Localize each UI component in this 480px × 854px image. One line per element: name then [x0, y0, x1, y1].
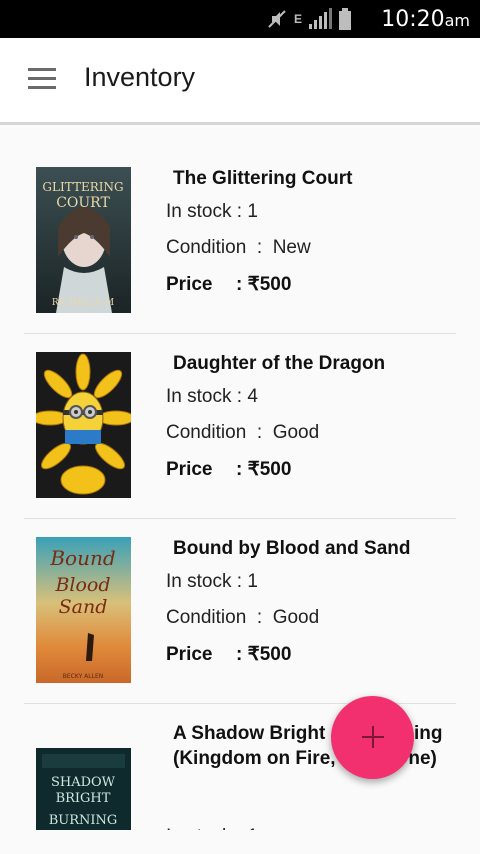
battery-icon — [339, 8, 351, 30]
price-colon: : — [236, 644, 243, 665]
add-item-button[interactable] — [331, 696, 414, 779]
stock-value: 1 — [247, 571, 258, 592]
stock-label: In stock : — [166, 201, 243, 222]
condition-row: Condition : New — [166, 237, 311, 259]
status-time-value: 10:20 — [381, 7, 445, 32]
book-title: The Glittering Court — [173, 168, 353, 189]
condition-row: Condition : Good — [166, 607, 319, 629]
price-colon: : — [236, 274, 243, 295]
stock-row: In stock : 4 — [166, 386, 258, 408]
price-colon: : — [236, 459, 243, 480]
price-value: ₹500 — [247, 459, 292, 480]
stock-value: 1 — [247, 201, 258, 222]
price-label: Price — [166, 459, 213, 480]
hamburger-menu-icon[interactable] — [28, 68, 56, 90]
mute-icon — [268, 10, 286, 28]
condition-value: New — [272, 237, 311, 258]
book-cover-image: Bound Blood Sand BECKY ALLEN — [36, 537, 131, 683]
stock-row: In stock : 1 — [166, 571, 258, 593]
page-title: Inventory — [84, 62, 196, 92]
inventory-item[interactable]: GLITTERING COURT RICHELLE M The Glitteri… — [24, 149, 456, 334]
status-icons: E — [266, 8, 352, 30]
condition-label: Condition — [166, 422, 247, 443]
condition-label: Condition — [166, 607, 247, 628]
inventory-item[interactable]: Bound Blood Sand BECKY ALLEN Bound by Bl… — [24, 519, 456, 704]
condition-value: Good — [272, 607, 320, 628]
book-cover-image — [36, 352, 131, 498]
cover-title-main: COURT — [56, 195, 110, 211]
stock-row: In stock : 1 — [166, 201, 258, 223]
cover-author: RICHELLE M — [52, 298, 114, 308]
network-type-label: E — [293, 12, 302, 26]
condition-colon: : — [256, 237, 263, 258]
price-label: Price — [166, 274, 213, 295]
cover-title-top: Bound — [49, 546, 115, 570]
book-cover-image: GLITTERING COURT RICHELLE M — [36, 167, 131, 313]
price-row: Price: ₹500 — [166, 643, 291, 666]
cover-title-top: GLITTERING — [42, 180, 123, 194]
condition-row: Condition : Good — [166, 422, 319, 444]
inventory-item[interactable]: Daughter of the Dragon In stock : 4 Cond… — [24, 334, 456, 519]
stock-label: In stock : — [166, 386, 243, 407]
condition-colon: : — [256, 422, 263, 443]
cover-title-bottom: Sand — [59, 596, 108, 618]
app-bar: Inventory — [0, 38, 480, 125]
price-value: ₹500 — [247, 644, 292, 665]
cover-title-bottom: BURNING — [49, 813, 118, 828]
status-time: 10:20am — [381, 7, 470, 32]
stock-label: In stock : — [166, 571, 243, 592]
cover-title-main: BRIGHT — [56, 791, 111, 806]
stock-value: 4 — [247, 386, 258, 407]
signal-icon — [309, 8, 332, 29]
price-label: Price — [166, 644, 213, 665]
condition-colon: : — [256, 607, 263, 628]
book-cover-image: SHADOW BRIGHT BURNING — [36, 748, 131, 830]
status-time-ampm: am — [444, 11, 470, 30]
condition-value: Good — [272, 422, 320, 443]
list-bottom-edge — [0, 830, 480, 854]
price-row: Price: ₹500 — [166, 458, 291, 481]
cover-author: BECKY ALLEN — [63, 673, 103, 680]
price-value: ₹500 — [247, 274, 292, 295]
book-title: Daughter of the Dragon — [173, 353, 386, 374]
condition-label: Condition — [166, 237, 247, 258]
cover-title-top: SHADOW — [51, 775, 116, 790]
cover-title-main: Blood — [54, 574, 110, 596]
status-bar: E 10:20am — [0, 0, 480, 38]
book-title: Bound by Blood and Sand — [173, 538, 411, 559]
price-row: Price: ₹500 — [166, 273, 291, 296]
